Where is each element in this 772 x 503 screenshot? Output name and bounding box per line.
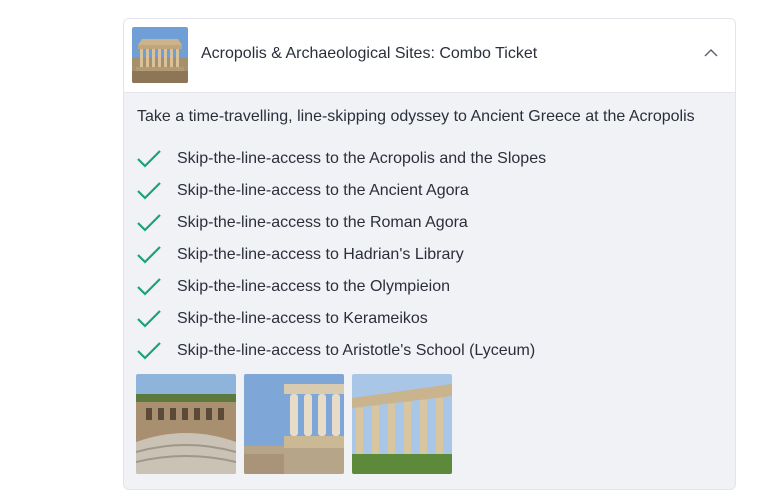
check-icon: [137, 278, 161, 296]
card-header[interactable]: Acropolis & Archaeological Sites: Combo …: [124, 19, 735, 93]
list-item: Skip-the-line-access to Aristotle's Scho…: [136, 335, 546, 367]
collapse-button[interactable]: [701, 43, 721, 63]
check-icon: [137, 150, 161, 168]
check-icon: [137, 214, 161, 232]
list-item: Skip-the-line-access to the Acropolis an…: [136, 143, 546, 175]
chevron-up-icon: [704, 49, 718, 57]
list-item: Skip-the-line-access to Hadrian's Librar…: [136, 239, 546, 271]
feature-label: Skip-the-line-access to the Ancient Agor…: [177, 182, 469, 199]
feature-label: Skip-the-line-access to the Roman Agora: [177, 214, 468, 231]
caryatids-photo[interactable]: [244, 374, 344, 474]
feature-label: Skip-the-line-access to the Acropolis an…: [177, 150, 547, 167]
list-item: Skip-the-line-access to the Roman Agora: [136, 207, 546, 239]
intro-text: Take a time-travelling, line-skipping od…: [137, 108, 695, 125]
photo-gallery: [136, 374, 452, 474]
ticket-card: Acropolis & Archaeological Sites: Combo …: [123, 18, 736, 490]
list-item: Skip-the-line-access to the Ancient Agor…: [136, 175, 546, 207]
odeon-photo[interactable]: [136, 374, 236, 474]
feature-list: Skip-the-line-access to the Acropolis an…: [136, 143, 546, 367]
temple-columns-photo[interactable]: [352, 374, 452, 474]
feature-label: Skip-the-line-access to Aristotle's Scho…: [177, 342, 536, 359]
ticket-title: Acropolis & Archaeological Sites: Combo …: [201, 45, 538, 62]
check-icon: [137, 342, 161, 360]
check-icon: [137, 310, 161, 328]
list-item: Skip-the-line-access to Kerameikos: [136, 303, 546, 335]
feature-label: Skip-the-line-access to the Olympieion: [177, 278, 451, 295]
feature-label: Skip-the-line-access to Hadrian's Librar…: [177, 246, 464, 263]
parthenon-thumbnail: [132, 27, 188, 83]
feature-label: Skip-the-line-access to Kerameikos: [177, 310, 428, 327]
check-icon: [137, 246, 161, 264]
list-item: Skip-the-line-access to the Olympieion: [136, 271, 546, 303]
check-icon: [137, 182, 161, 200]
